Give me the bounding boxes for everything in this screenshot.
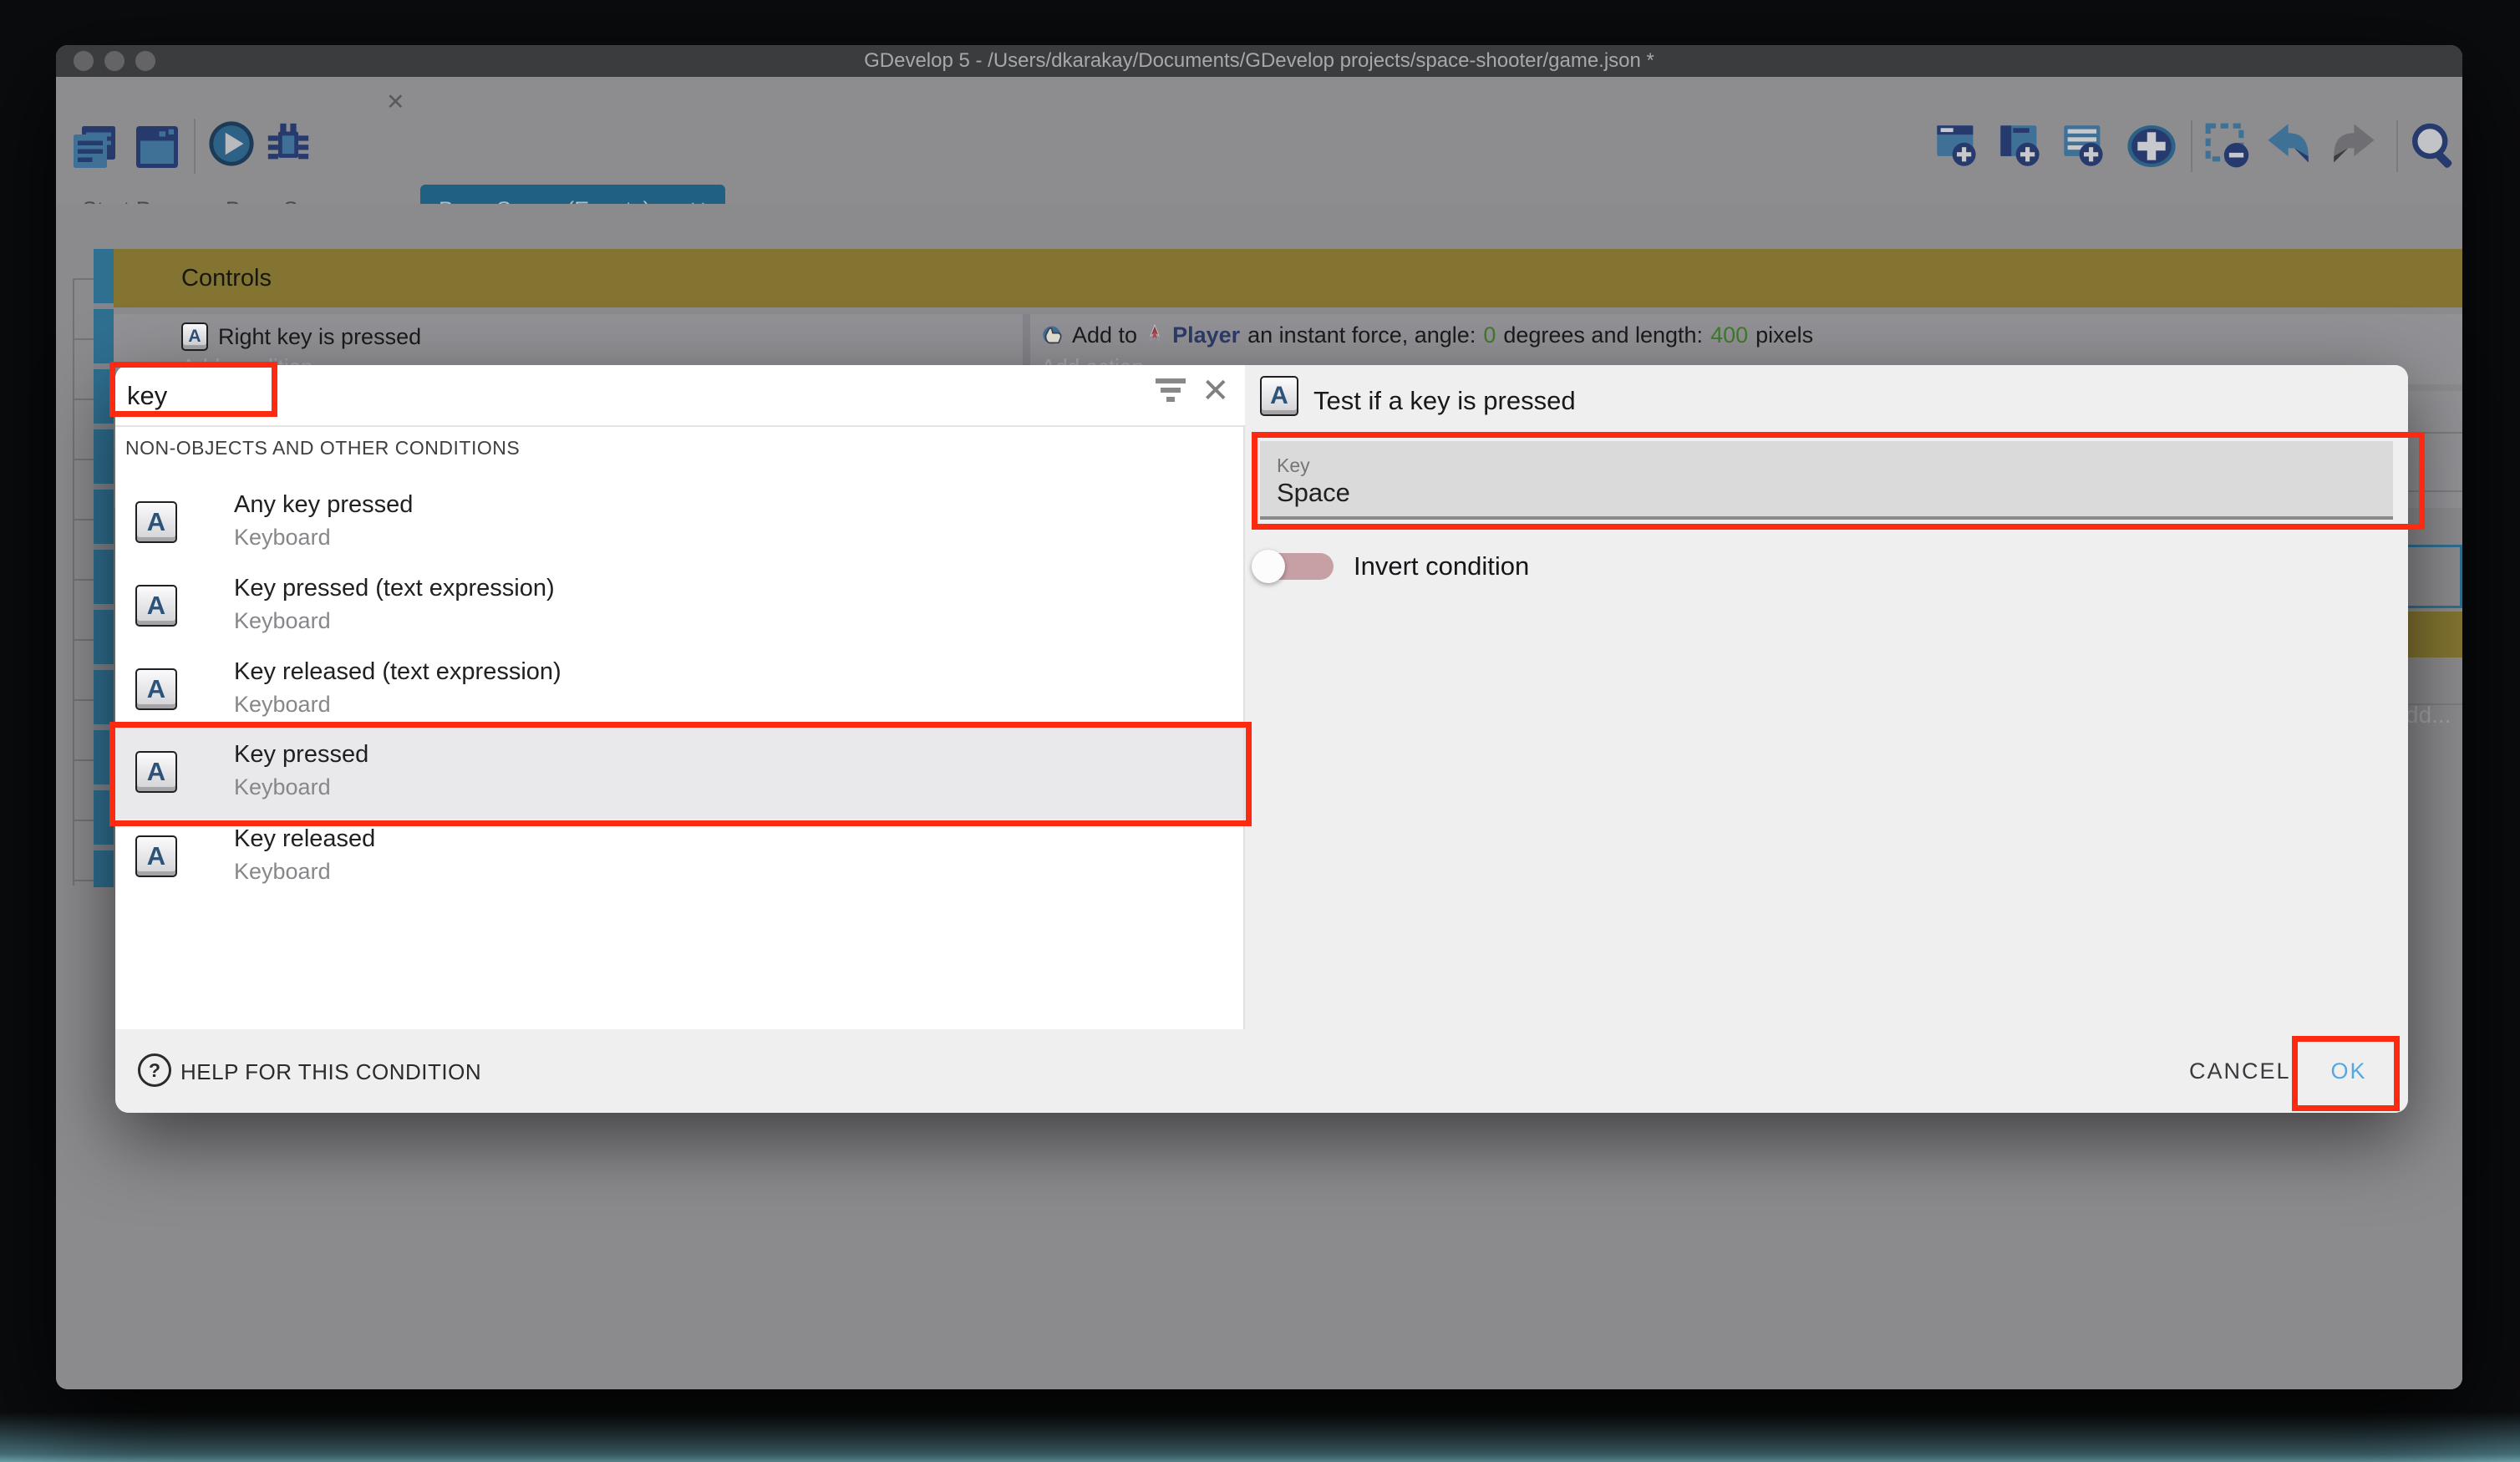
keyboard-key-icon: A [135,835,177,877]
action-text: an instant force, angle: [1247,322,1476,348]
filter-icon[interactable] [1156,378,1186,402]
annotation-selected-item [109,722,1252,826]
add-comment-icon[interactable] [2062,122,2106,169]
play-icon[interactable] [207,119,256,168]
project-manager-icon[interactable] [69,122,119,172]
action-length-value: 400 [1710,322,1748,348]
condition-list-item[interactable]: A Key released (text expression) Keyboar… [115,650,1245,734]
annotation-search-field [109,362,277,417]
condition-list-item[interactable]: A Key released Keyboard [115,817,1245,901]
condition-cell[interactable]: A Right key is pressed [181,322,421,351]
keyboard-key-icon: A [1260,376,1298,416]
keyboard-key-icon: A [135,585,177,627]
event-group-controls[interactable]: Controls [114,249,2462,307]
toolbar-divider [194,119,196,174]
window-title: GDevelop 5 - /Users/dkarakay/Documents/G… [56,48,2462,74]
debug-icon[interactable] [264,119,312,168]
condition-list-item[interactable]: A Any key pressed Keyboard [115,483,1245,566]
preview-window-icon[interactable] [132,122,182,172]
search-divider [115,425,1245,427]
clear-search-icon[interactable]: ✕ [1202,372,1230,410]
action-angle-value: 0 [1483,322,1496,348]
item-title: Key released (text expression) [234,658,561,686]
keyboard-key-icon: A [135,668,177,710]
force-hand-icon [1041,323,1064,347]
section-header: NON-OBJECTS AND OTHER CONDITIONS [125,437,520,459]
annotation-ok-button [2292,1036,2400,1111]
desktop: GDevelop 5 - /Users/dkarakay/Documents/G… [0,0,2520,1462]
help-icon[interactable]: ? [138,1053,171,1087]
item-title: Key pressed (text expression) [234,575,555,602]
tab-base-scene-close-icon[interactable]: ✕ [386,77,405,128]
add-event-icon[interactable] [1935,122,1979,169]
item-subtitle: Keyboard [234,692,331,718]
invert-condition-label: Invert condition [1354,551,1529,581]
item-subtitle: Keyboard [234,859,331,885]
item-title: Key released [234,825,375,853]
redo-icon[interactable] [2328,124,2376,169]
condition-title: Test if a key is pressed [1313,386,1576,416]
help-link[interactable]: HELP FOR THIS CONDITION [180,1059,481,1085]
dialog-footer: ? HELP FOR THIS CONDITION CANCEL OK [115,1029,2408,1113]
annotation-key-field [1252,432,2425,530]
search-icon[interactable] [2408,120,2458,170]
toggle-thumb[interactable] [1252,550,1285,583]
action-object: Player [1172,322,1240,348]
action-lead: Add to [1072,322,1137,348]
toolbar: Start Page Base Scene ✕ Base Scene (Even… [56,77,2462,204]
desktop-glow [0,1412,2520,1462]
action-text: pixels [1755,322,1813,348]
add-subevent-icon[interactable] [1999,122,2042,169]
event-group-label: Controls [181,265,272,292]
condition-list-panel: key ✕ NON-OBJECTS AND OTHER CONDITIONS A… [115,365,1245,1029]
item-subtitle: Keyboard [234,608,331,634]
action-cell[interactable]: Add to Player an instant force, angle: 0… [1041,319,1813,351]
keyboard-key-icon: A [181,322,208,351]
add-new-icon[interactable] [2126,124,2177,169]
remove-selection-icon[interactable] [2204,122,2251,169]
truncated-add-text: dd... [2406,702,2451,728]
player-object-icon [1145,324,1165,346]
cancel-button[interactable]: CANCEL [2189,1058,2291,1084]
item-title: Any key pressed [234,491,413,519]
undo-icon[interactable] [2266,124,2314,169]
item-subtitle: Keyboard [234,525,331,551]
condition-text: Right key is pressed [218,324,421,350]
action-text: degrees and length: [1503,322,1703,348]
condition-list-item[interactable]: A Key pressed (text expression) Keyboard [115,566,1245,650]
search-input[interactable]: key [127,372,1238,420]
titlebar: GDevelop 5 - /Users/dkarakay/Documents/G… [56,45,2462,77]
toolbar-divider [2396,120,2398,172]
keyboard-key-icon: A [135,501,177,543]
toolbar-divider [2191,120,2192,172]
tree-guide-stubs [73,278,94,886]
